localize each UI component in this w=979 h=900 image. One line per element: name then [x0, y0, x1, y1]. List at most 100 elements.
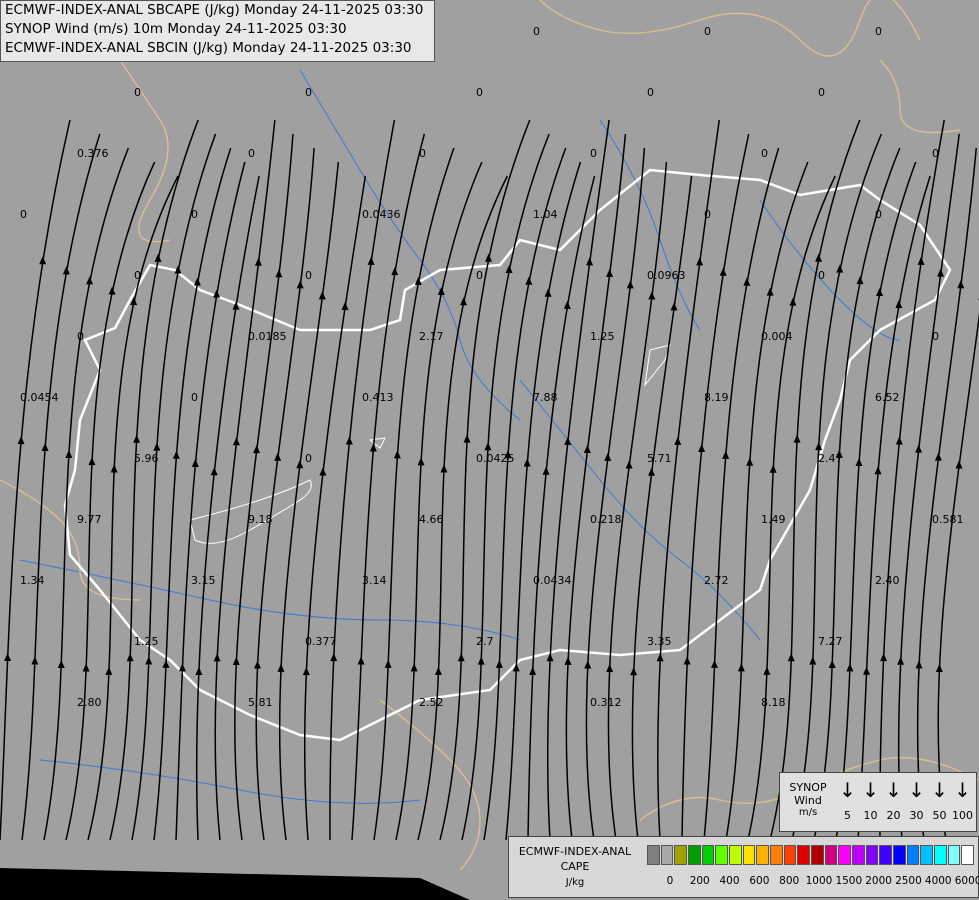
cape-value: 2.52	[419, 696, 444, 709]
header-line-wind: SYNOP Wind (m/s) 10m Monday 24-11-2025 0…	[5, 21, 347, 37]
cape-value: 7.88	[533, 391, 558, 404]
wind-legend-item: ↓ 5	[836, 777, 859, 829]
wind-speed-label: 5	[844, 809, 851, 822]
cape-value: 0.376	[77, 147, 109, 160]
cape-value: 0	[191, 208, 198, 221]
cape-tick-label: 6000	[954, 875, 979, 887]
cape-color-swatch	[824, 845, 838, 865]
cape-value: 0	[704, 208, 711, 221]
cape-color-swatch	[674, 845, 687, 865]
wind-arrow-icon: ↓	[954, 778, 971, 802]
wind-legend: SYNOP Wind m/s ↓ 5 ↓ 10 ↓ 20 ↓ 30 ↓ 50 ↓ 100	[779, 772, 977, 832]
wind-speed-label: 100	[952, 809, 973, 822]
cape-value: 2.40	[875, 574, 900, 587]
cape-color-swatch	[961, 845, 974, 865]
header-line-cape: ECMWF-INDEX-ANAL SBCAPE (J/kg) Monday 24…	[5, 2, 424, 18]
cape-value: 7.27	[818, 635, 843, 648]
cape-color-swatch	[797, 845, 810, 865]
cape-value: 0.004	[761, 330, 793, 343]
cape-color-swatch	[920, 845, 933, 865]
cape-value: 0.413	[362, 391, 394, 404]
cape-value: 5.71	[647, 452, 672, 465]
wind-legend-item: ↓ 50	[928, 777, 951, 829]
cape-tick-label: 4000	[924, 875, 952, 887]
cape-value: 0	[476, 269, 483, 282]
wind-arrow-icon: ↓	[885, 778, 902, 802]
cape-value: 0.377	[305, 635, 337, 648]
wind-legend-item: ↓ 10	[859, 777, 882, 829]
cape-legend-title-line1: ECMWF-INDEX-ANAL	[518, 845, 632, 858]
cape-value: 0	[533, 25, 540, 38]
cape-tick-label: 600	[749, 875, 770, 887]
cape-legend-unit: J/kg	[565, 877, 585, 888]
cape-value: 3.14	[362, 574, 387, 587]
cape-color-swatch	[947, 845, 961, 865]
cape-value: 0.0425	[476, 452, 515, 465]
cape-value: 0	[932, 147, 939, 160]
cape-tick-label: 800	[779, 875, 800, 887]
cape-value: 9.18	[248, 513, 273, 526]
cape-value: 8.18	[761, 696, 786, 709]
cape-color-swatch	[742, 845, 756, 865]
cape-value: 0.581	[932, 513, 964, 526]
cape-value: 0.0454	[20, 391, 59, 404]
wind-legend-scale: ↓ 5 ↓ 10 ↓ 20 ↓ 30 ↓ 50 ↓ 100	[836, 777, 974, 829]
cape-value: 0	[191, 391, 198, 404]
cape-value: 0	[647, 86, 654, 99]
cape-legend: ECMWF-INDEX-ANAL CAPE J/kg 0 200 400 600 800…	[508, 836, 979, 898]
wind-speed-label: 50	[932, 809, 947, 822]
cape-value: 8.19	[704, 391, 729, 404]
wind-speed-label: 20	[886, 809, 901, 822]
cape-value: 0	[419, 147, 426, 160]
cape-value: 1.04	[533, 208, 558, 221]
cape-color-swatch	[701, 845, 715, 865]
cape-value: 0	[818, 269, 825, 282]
wind-arrow-icon: ↓	[931, 778, 948, 802]
cape-color-swatch	[811, 845, 824, 865]
cape-color-swatch	[906, 845, 920, 865]
cape-value: 2.17	[419, 330, 444, 343]
cape-value: 4.66	[419, 513, 444, 526]
cape-color-swatch	[688, 845, 701, 865]
cape-value: 0	[590, 147, 597, 160]
cape-tick-label: 2500	[895, 875, 922, 887]
cape-color-swatch	[770, 845, 783, 865]
cape-tick-label: 0	[666, 875, 674, 887]
wind-speed-label: 10	[863, 809, 878, 822]
cape-tick-labels: 0 200 400 600 800 1000 1500 2000 2500 4000 6000	[647, 875, 979, 889]
weather-map[interactable]: 0 0 0 0 0 0 0 0 0 0 0 0.376 0 0 0 0 0 0 0 0.0436 1.04 0 0 0 0 0 0.…	[0, 0, 979, 900]
cape-value: 0.0185	[248, 330, 287, 343]
cape-value: 0	[20, 208, 27, 221]
cape-value: 0.0436	[362, 208, 401, 221]
cape-color-swatch	[715, 845, 728, 865]
cape-value: 0	[305, 86, 312, 99]
cape-value: 0	[305, 269, 312, 282]
cape-value: 0	[248, 147, 255, 160]
cape-value: 0.312	[590, 696, 622, 709]
cape-color-swatch	[660, 845, 674, 865]
cape-value: 6.52	[875, 391, 900, 404]
cape-tick-label: 1000	[805, 875, 833, 887]
cape-color-swatch	[893, 845, 906, 865]
cape-value: 0	[704, 25, 711, 38]
cape-value: 3.15	[191, 574, 216, 587]
cape-color-swatch	[783, 845, 797, 865]
cape-value: 2.47	[818, 452, 843, 465]
cape-color-scale	[647, 845, 975, 865]
cape-value: 2.80	[77, 696, 102, 709]
cape-value: 5.96	[134, 452, 159, 465]
wind-arrow-icon: ↓	[862, 778, 879, 802]
cape-color-swatch	[756, 845, 769, 865]
wind-legend-item: ↓ 30	[905, 777, 928, 829]
wind-legend-item: ↓ 20	[882, 777, 905, 829]
cape-color-swatch	[865, 845, 879, 865]
cape-value: 1.25	[134, 635, 159, 648]
cape-tick-label: 2000	[865, 875, 892, 887]
cape-value: 0.0434	[533, 574, 572, 587]
cape-value: 9.77	[77, 513, 102, 526]
wind-legend-item: ↓ 100	[951, 777, 974, 829]
cape-value: 0	[476, 86, 483, 99]
wind-arrow-icon: ↓	[908, 778, 925, 802]
cape-tick-label: 200	[689, 875, 710, 887]
cape-value: 0	[761, 147, 768, 160]
